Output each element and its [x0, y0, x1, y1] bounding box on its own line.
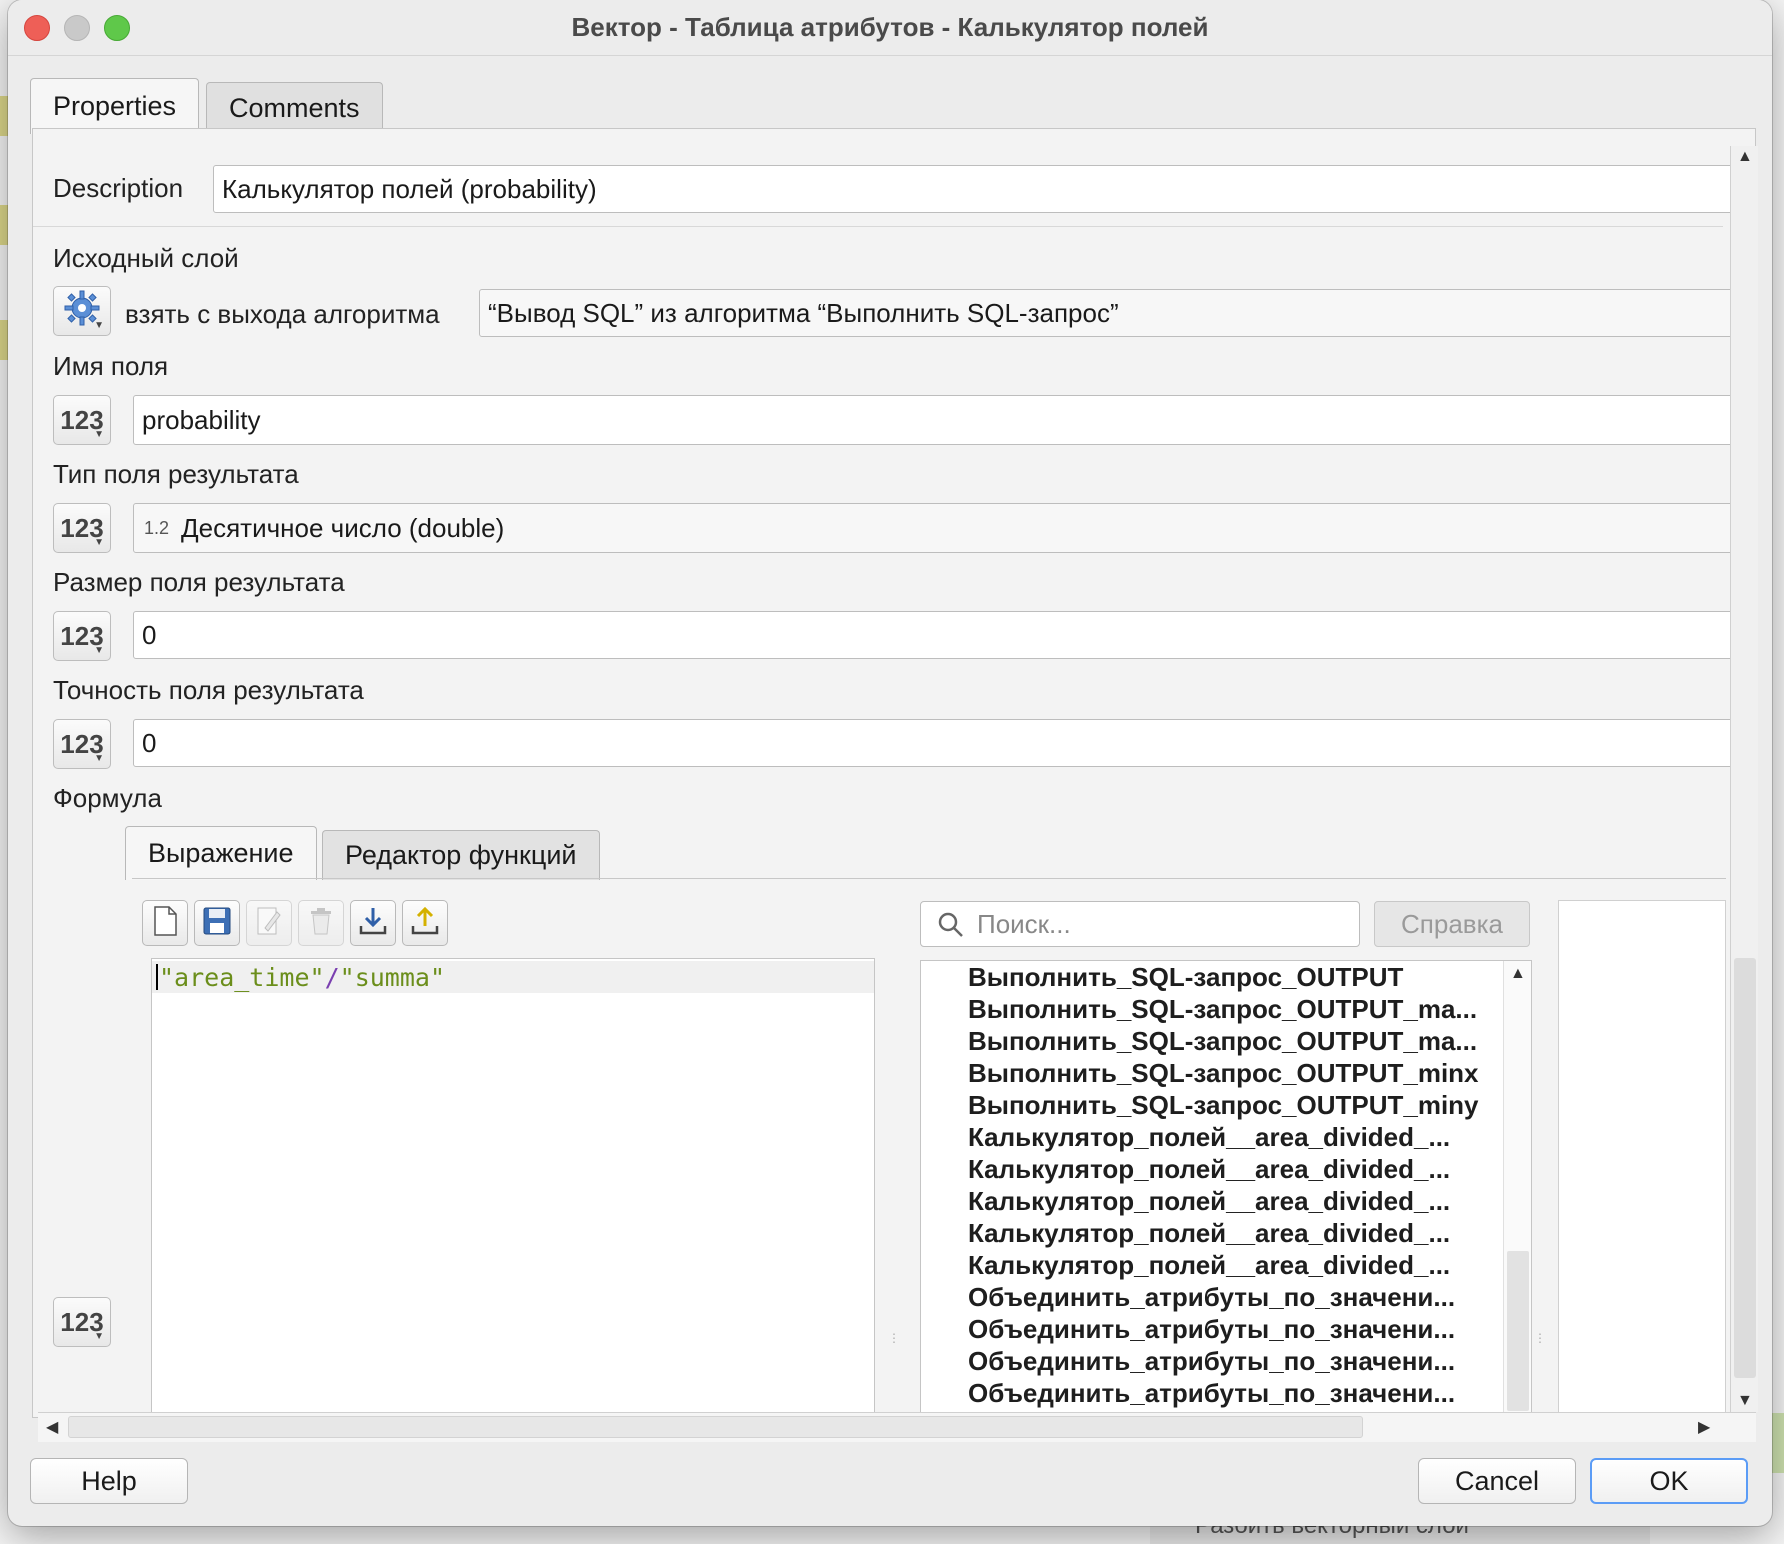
divider — [33, 226, 1723, 227]
list-item[interactable]: Калькулятор_полей__area_divided_... — [968, 1185, 1450, 1217]
function-help-panel — [1558, 900, 1726, 1413]
cancel-button[interactable]: Cancel — [1418, 1458, 1576, 1504]
field-precision-spinbox[interactable]: 0 — [133, 719, 1753, 767]
tab-expression[interactable]: Выражение — [125, 826, 317, 880]
import-expression-button[interactable] — [350, 900, 396, 946]
scroll-right-arrow[interactable]: ▶ — [1698, 1417, 1710, 1437]
tab-properties[interactable]: Properties — [30, 78, 200, 134]
help-button[interactable]: Help — [30, 1458, 188, 1504]
field-name-label: Имя поля — [53, 351, 169, 381]
list-item[interactable]: Калькулятор_полей__area_divided_... — [968, 1121, 1450, 1153]
field-size-expression-button[interactable]: 123 ▼ — [53, 611, 111, 661]
subtab-baseline — [132, 878, 1726, 879]
expression-editor[interactable]: "area_time" / "summa" — [151, 958, 875, 1413]
window-title: Вектор - Таблица атрибутов - Калькулятор… — [571, 12, 1209, 42]
source-layer-select[interactable]: “Вывод SQL” из алгоритма “Выполнить SQL-… — [479, 289, 1753, 337]
horizontal-scroll-thumb[interactable] — [68, 1416, 1363, 1438]
formula-label: Формула — [53, 783, 162, 813]
chevron-down-icon: ▼ — [94, 429, 104, 440]
list-item[interactable]: Выполнить_SQL-запрос_OUTPUT — [968, 961, 1403, 993]
horizontal-scrollbar[interactable]: ◀ ▶ — [38, 1412, 1756, 1442]
list-item[interactable]: Объединить_атрибуты_по_значени... — [968, 1345, 1455, 1377]
ok-button[interactable]: OK — [1590, 1458, 1748, 1504]
search-icon — [937, 911, 965, 946]
expression-field-ref: "area_time" — [159, 962, 325, 992]
background-app-strip — [0, 96, 8, 136]
list-item[interactable]: Выполнить_SQL-запрос_OUTPUT_ma... — [968, 1025, 1477, 1057]
chevron-down-icon: ▼ — [94, 753, 104, 764]
list-item[interactable]: Выполнить_SQL-запрос_OUTPUT_miny — [968, 1089, 1479, 1121]
expression-line[interactable]: "area_time" / "summa" — [152, 961, 874, 993]
vertical-scroll-thumb[interactable] — [1734, 958, 1756, 1378]
edit-expression-button[interactable] — [246, 900, 292, 946]
save-icon — [202, 906, 232, 941]
background-app-strip — [0, 205, 8, 245]
title-bar: Вектор - Таблица атрибутов - Калькулятор… — [8, 0, 1772, 56]
field-type-select[interactable]: 1.2 Десятичное число (double) — [133, 503, 1753, 553]
tab-comments[interactable]: Comments — [206, 82, 383, 134]
delete-icon — [308, 906, 334, 941]
chevron-down-icon: ▼ — [94, 645, 104, 656]
scroll-up-arrow[interactable]: ▲ — [1737, 148, 1753, 166]
field-size-label: Размер поля результата — [53, 567, 345, 597]
function-search-input[interactable]: Поиск... — [920, 901, 1360, 947]
source-mode-button[interactable]: ▼ — [53, 286, 111, 336]
double-type-icon: 1.2 — [144, 517, 170, 538]
function-help-button[interactable]: Справка — [1374, 901, 1530, 947]
chevron-down-icon: ▼ — [94, 1331, 104, 1342]
list-item[interactable]: Калькулятор_полей__area_divided_... — [968, 1249, 1450, 1281]
delete-expression-button[interactable] — [298, 900, 344, 946]
new-file-icon — [152, 905, 178, 941]
list-scrollbar[interactable]: ▲ — [1503, 961, 1531, 1412]
export-expression-button[interactable] — [402, 900, 448, 946]
chevron-down-icon: ▼ — [94, 320, 104, 331]
source-layer-label: Исходный слой — [53, 243, 239, 273]
scroll-up-arrow[interactable]: ▲ — [1510, 965, 1526, 983]
search-placeholder: Поиск... — [977, 908, 1071, 939]
splitter-handle[interactable]: ⋮ — [888, 1332, 900, 1365]
tab-function-editor[interactable]: Редактор функций — [322, 830, 600, 880]
field-precision-label: Точность поля результата — [53, 675, 364, 705]
text-cursor — [156, 964, 158, 990]
edit-icon — [255, 906, 283, 941]
field-precision-expression-button[interactable]: 123 ▼ — [53, 719, 111, 769]
description-label: Description — [53, 173, 184, 203]
new-expression-button[interactable] — [142, 900, 188, 946]
splitter-handle[interactable]: ⋮ — [1534, 1332, 1546, 1365]
function-list[interactable]: Выполнить_SQL-запрос_OUTPUT Выполнить_SQL… — [920, 960, 1532, 1413]
field-name-input[interactable]: probability — [133, 395, 1753, 445]
field-calculator-dialog: Вектор - Таблица атрибутов - Калькулятор… — [8, 0, 1772, 1526]
list-item[interactable]: Объединить_атрибуты_по_значени... — [968, 1377, 1455, 1409]
background-app-strip — [0, 320, 8, 360]
scroll-left-arrow[interactable]: ◀ — [46, 1417, 58, 1437]
field-size-spinbox[interactable]: 0 — [133, 611, 1753, 659]
formula-expression-button[interactable]: 123 ▼ — [53, 1297, 111, 1347]
vertical-scrollbar[interactable]: ▲ ▼ — [1730, 146, 1758, 1412]
list-scroll-thumb[interactable] — [1507, 1251, 1529, 1411]
field-name-expression-button[interactable]: 123 ▼ — [53, 395, 111, 445]
expression-field-ref: "summa" — [339, 962, 445, 992]
field-type-value: Десятичное число (double) — [181, 512, 505, 543]
download-icon — [358, 906, 388, 941]
upload-icon — [410, 906, 440, 941]
description-field[interactable]: Калькулятор полей (probability) — [213, 165, 1753, 213]
list-item[interactable]: Выполнить_SQL-запрос_OUTPUT_minx — [968, 1057, 1479, 1089]
field-type-expression-button[interactable]: 123 ▼ — [53, 503, 111, 553]
save-expression-button[interactable] — [194, 900, 240, 946]
background-app-strip — [1772, 1413, 1784, 1473]
list-item[interactable]: Калькулятор_полей__area_divided_... — [968, 1217, 1450, 1249]
list-item[interactable]: Объединить_атрибуты_по_значени... — [968, 1281, 1455, 1313]
list-item[interactable]: Выполнить_SQL-запрос_OUTPUT_ma... — [968, 993, 1477, 1025]
scroll-down-arrow[interactable]: ▼ — [1737, 1392, 1753, 1410]
field-type-label: Тип поля результата — [53, 459, 299, 489]
expression-operator: / — [324, 962, 340, 992]
list-item[interactable]: Объединить_атрибуты_по_значени... — [968, 1313, 1455, 1345]
source-mode-label: взять с выхода алгоритма — [125, 299, 440, 329]
chevron-down-icon: ▼ — [94, 537, 104, 548]
list-item[interactable]: Калькулятор_полей__area_divided_... — [968, 1153, 1450, 1185]
